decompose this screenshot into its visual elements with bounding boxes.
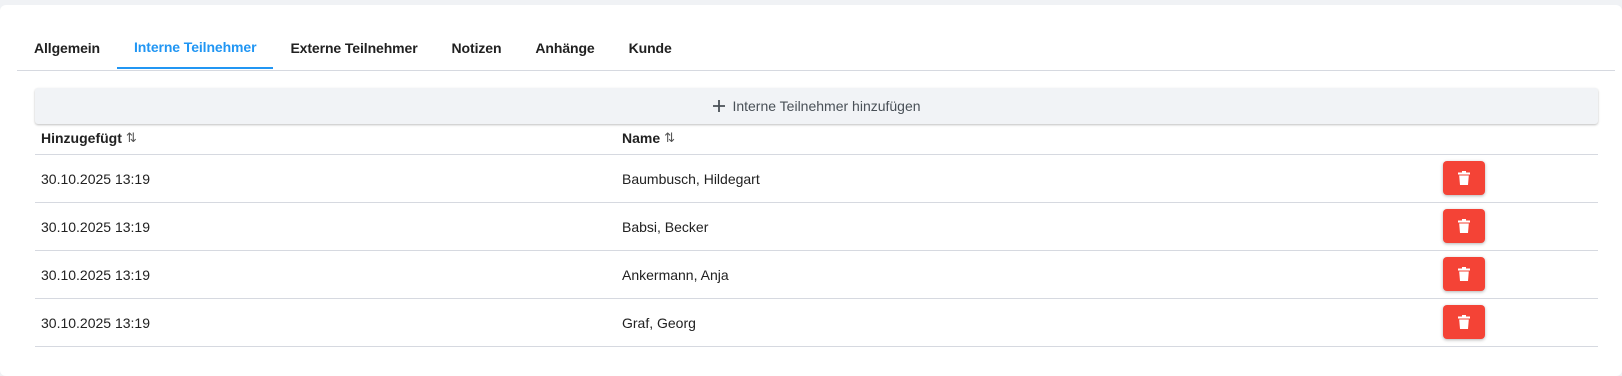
table-row: 30.10.2025 13:19 Baumbusch, Hildegart (35, 155, 1598, 203)
tab-kunde[interactable]: Kunde (612, 27, 689, 69)
table-row: 30.10.2025 13:19 Ankermann, Anja (35, 251, 1598, 299)
delete-button[interactable] (1443, 257, 1485, 291)
cell-name: Graf, Georg (622, 314, 696, 331)
tab-bar: Allgemein Interne Teilnehmer Externe Tei… (17, 27, 1615, 71)
participants-table: Hinzugefügt ⇅ Name ⇅ 30.10.2025 13:19 Ba… (35, 121, 1598, 347)
cell-name: Babsi, Becker (622, 218, 709, 235)
column-header-label: Hinzugefügt (41, 129, 122, 146)
tab-notizen[interactable]: Notizen (435, 27, 519, 69)
delete-button[interactable] (1443, 305, 1485, 339)
delete-button[interactable] (1443, 209, 1485, 243)
cell-added: 30.10.2025 13:19 (41, 170, 150, 187)
cell-name: Ankermann, Anja (622, 266, 729, 283)
tab-externe-teilnehmer[interactable]: Externe Teilnehmer (273, 27, 434, 69)
column-header-label: Name (622, 129, 661, 146)
cell-added: 30.10.2025 13:19 (41, 218, 150, 235)
tab-anhaenge[interactable]: Anhänge (518, 27, 611, 69)
sort-icon[interactable]: ⇅ (664, 130, 675, 146)
tab-interne-teilnehmer[interactable]: Interne Teilnehmer (117, 27, 274, 69)
plus-icon (713, 100, 726, 112)
column-header-name[interactable]: Name ⇅ (622, 121, 675, 154)
delete-button[interactable] (1443, 161, 1485, 195)
add-button-label: Interne Teilnehmer hinzufügen (732, 98, 921, 114)
cell-added: 30.10.2025 13:19 (41, 266, 150, 283)
table-row: 30.10.2025 13:19 Babsi, Becker (35, 203, 1598, 251)
tab-allgemein[interactable]: Allgemein (17, 27, 117, 69)
sort-icon[interactable]: ⇅ (126, 130, 137, 146)
trash-icon (1458, 267, 1470, 281)
column-header-added[interactable]: Hinzugefügt ⇅ (41, 121, 137, 154)
trash-icon (1458, 219, 1470, 233)
table-header: Hinzugefügt ⇅ Name ⇅ (35, 121, 1598, 155)
trash-icon (1458, 171, 1470, 185)
add-internal-participant-button[interactable]: Interne Teilnehmer hinzufügen (35, 88, 1598, 124)
table-row: 30.10.2025 13:19 Graf, Georg (35, 299, 1598, 347)
cell-added: 30.10.2025 13:19 (41, 314, 150, 331)
trash-icon (1458, 315, 1470, 329)
cell-name: Baumbusch, Hildegart (622, 170, 760, 187)
